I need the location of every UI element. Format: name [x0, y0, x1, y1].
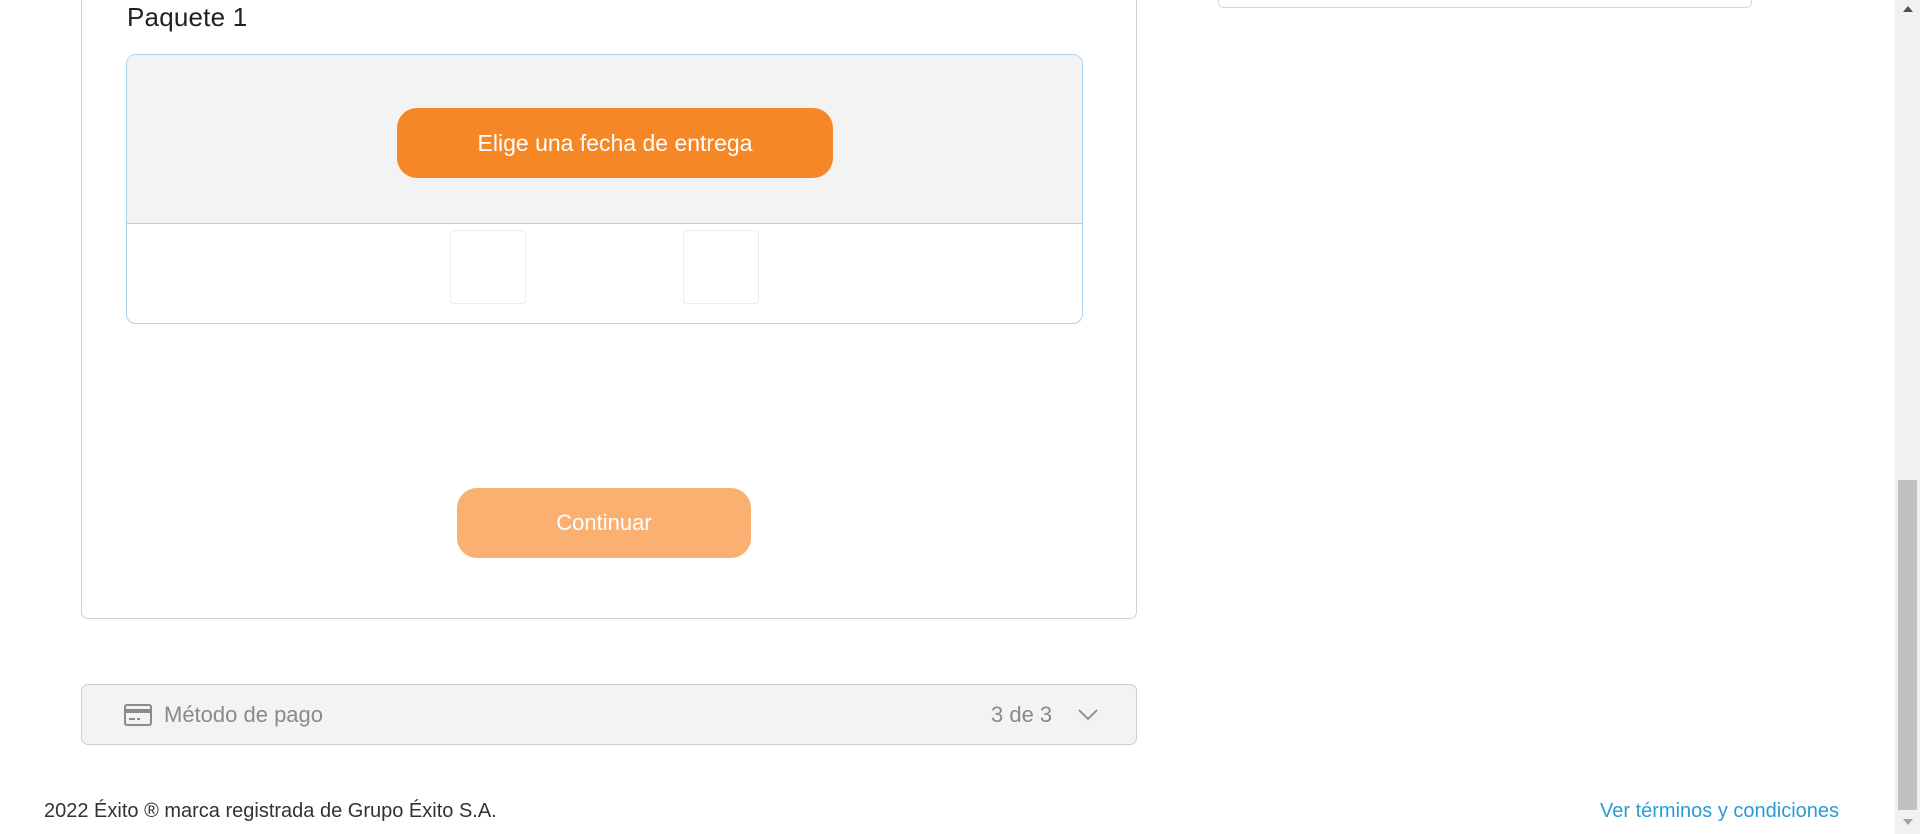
package-box: Elige una fecha de entrega — [126, 54, 1083, 324]
payment-method-label: Método de pago — [164, 702, 324, 727]
continue-button[interactable]: Continuar — [457, 488, 751, 558]
scroll-up-arrow-icon[interactable] — [1903, 6, 1913, 12]
footer-copyright: 2022 Éxito ® marca registrada de Grupo É… — [44, 800, 497, 822]
order-summary-card — [1218, 0, 1752, 8]
package-title: Paquete 1 — [127, 2, 248, 32]
product-thumbnail — [683, 230, 759, 304]
step-indicator: 3 de 3 — [991, 702, 1053, 727]
credit-card-icon — [124, 704, 152, 726]
product-thumbnail — [450, 230, 526, 304]
scrollbar-thumb[interactable] — [1898, 480, 1917, 810]
scrollbar[interactable] — [1895, 0, 1920, 834]
choose-delivery-date-button[interactable]: Elige una fecha de entrega — [397, 108, 833, 178]
chevron-down-icon[interactable] — [1077, 706, 1099, 722]
terms-link[interactable]: Ver términos y condiciones — [1600, 800, 1839, 823]
payment-method-section[interactable]: Método de pago 3 de 3 — [81, 684, 1137, 745]
scroll-down-arrow-icon[interactable] — [1903, 819, 1913, 825]
package-header: Elige una fecha de entrega — [127, 55, 1082, 224]
